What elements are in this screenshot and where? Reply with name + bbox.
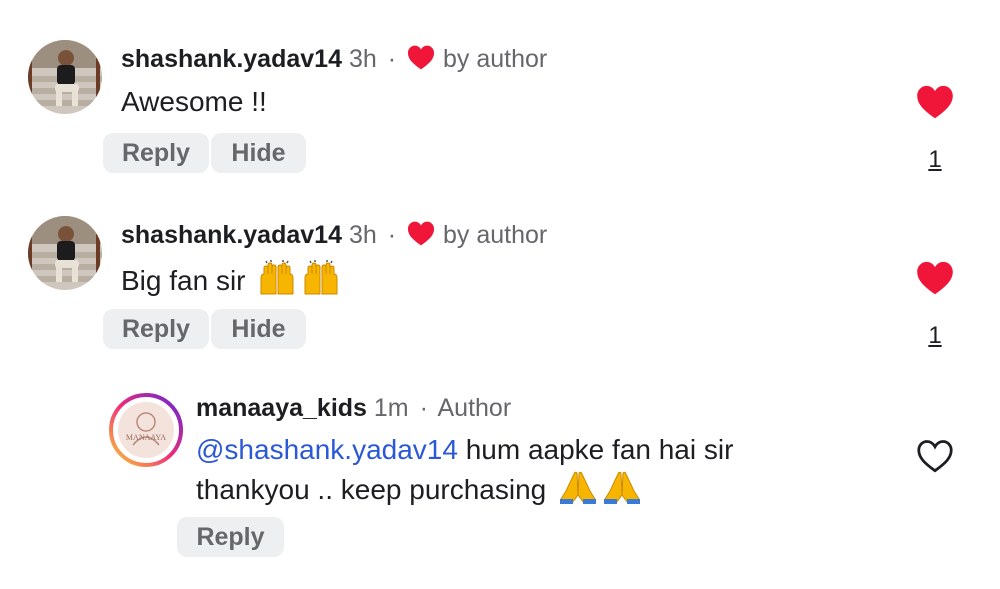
by-author-label: by author	[442, 45, 548, 73]
timestamp: 3h	[348, 45, 377, 73]
timestamp: 3h	[348, 221, 377, 249]
hide-button[interactable]: Hide	[211, 309, 306, 349]
avatar[interactable]	[28, 216, 102, 290]
timestamp: 1m	[373, 394, 409, 422]
folded-hands-icon	[602, 469, 642, 513]
heart-filled-icon	[407, 221, 435, 253]
hide-button[interactable]: Hide	[211, 133, 306, 173]
username[interactable]: shashank.yadav14	[121, 45, 342, 73]
by-author-label: by author	[442, 221, 548, 249]
avatar[interactable]: MANAAYA	[109, 393, 183, 467]
comment-text: Awesome !!	[121, 86, 267, 117]
separator: ·	[387, 221, 397, 249]
avatar[interactable]	[28, 40, 102, 114]
author-badge: Author	[437, 394, 512, 422]
comment-text-row: Big fan sir	[121, 260, 341, 304]
reply-button[interactable]: Reply	[103, 133, 209, 173]
comment-meta: manaaya_kids 1m · Author	[196, 393, 511, 423]
comment-text-line-1: @shashank.yadav14 hum aapke fan hai sir	[196, 432, 733, 467]
username[interactable]: shashank.yadav14	[121, 221, 342, 249]
raising-hands-icon	[301, 260, 341, 304]
like-count[interactable]: 1	[920, 146, 950, 174]
reply-button[interactable]: Reply	[103, 309, 209, 349]
avatar-brand-text: MANAAYA	[125, 433, 167, 442]
folded-hands-icon	[558, 469, 598, 513]
heart-filled-icon	[407, 45, 435, 77]
comment-text: Big fan sir	[121, 265, 246, 296]
username[interactable]: manaaya_kids	[196, 394, 367, 422]
heart-filled-icon[interactable]	[916, 85, 954, 119]
separator: ·	[419, 394, 428, 422]
comment-meta: shashank.yadav14 3h · by author	[121, 220, 547, 253]
comment-meta: shashank.yadav14 3h · by author	[121, 44, 547, 77]
heart-outline-icon[interactable]	[916, 439, 954, 473]
separator: ·	[387, 45, 397, 73]
reply-button[interactable]: Reply	[177, 517, 284, 557]
like-count[interactable]: 1	[920, 322, 950, 350]
comment-text: thankyou .. keep purchasing	[196, 474, 547, 505]
comment-text: hum aapke fan hai sir	[457, 434, 734, 465]
heart-filled-icon[interactable]	[916, 261, 954, 295]
mention-link[interactable]: @shashank.yadav14	[196, 434, 458, 465]
comment-text-line-2: thankyou .. keep purchasing	[196, 469, 642, 513]
raising-hands-icon	[257, 260, 297, 304]
